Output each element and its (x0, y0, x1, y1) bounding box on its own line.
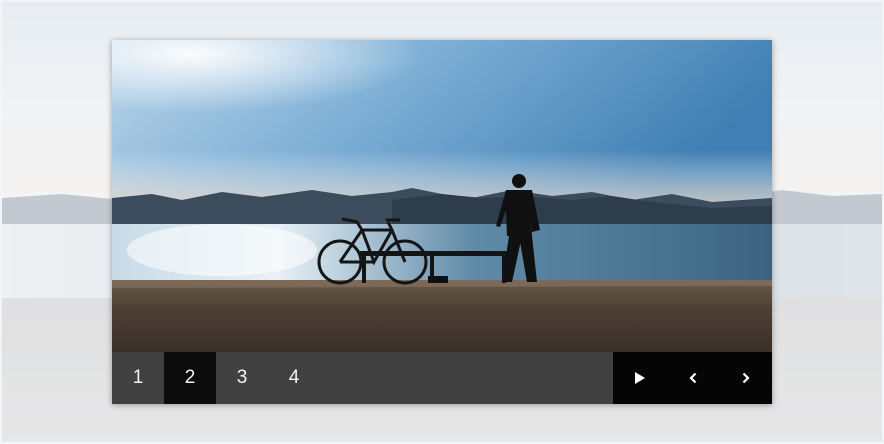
play-icon (634, 372, 645, 384)
chevron-left-icon (688, 372, 696, 384)
chevron-right-icon (742, 372, 750, 384)
page-4-button[interactable]: 4 (268, 352, 320, 404)
next-button[interactable] (719, 352, 772, 404)
page-navigation: 1 2 3 4 (112, 352, 320, 404)
slide-photo (112, 40, 772, 352)
play-button[interactable] (613, 352, 666, 404)
playback-controls (613, 352, 772, 404)
image-slider: 1 2 3 4 (112, 40, 772, 404)
page-1-button[interactable]: 1 (112, 352, 164, 404)
slider-controls: 1 2 3 4 (112, 352, 772, 404)
page-2-button[interactable]: 2 (164, 352, 216, 404)
previous-button[interactable] (666, 352, 719, 404)
page-3-button[interactable]: 3 (216, 352, 268, 404)
